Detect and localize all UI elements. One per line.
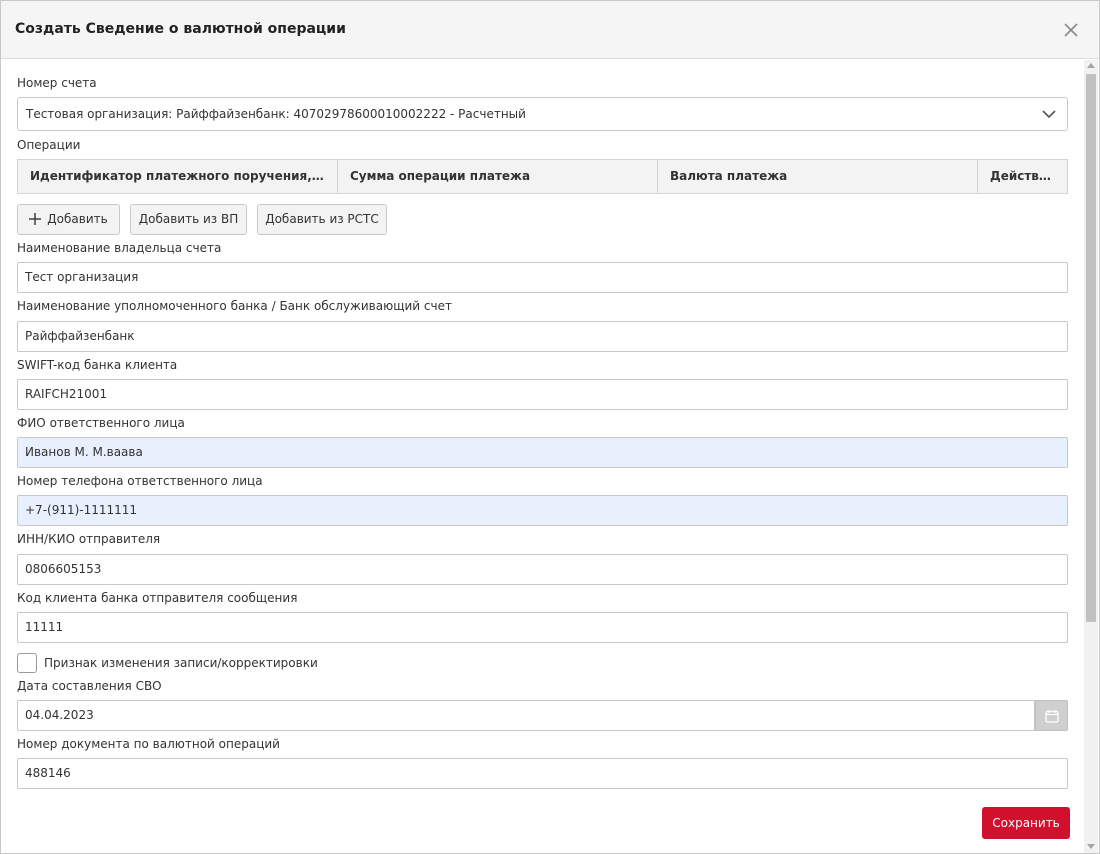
- responsible-name-label: ФИО ответственного лица: [17, 416, 185, 430]
- responsible-name-input[interactable]: Иванов М. М.вaава: [17, 437, 1068, 468]
- chevron-down-icon: [1042, 110, 1056, 119]
- svo-date-input[interactable]: 04.04.2023: [17, 700, 1035, 731]
- dialog-title: Создать Сведение о валютной операции: [15, 21, 346, 37]
- swift-label: SWIFT-код банка клиента: [17, 358, 178, 372]
- svo-date-label: Дата составления СВО: [17, 679, 162, 693]
- owner-name-input[interactable]: Тест организация: [17, 262, 1068, 293]
- operations-label: Операции: [17, 138, 81, 152]
- column-header-action[interactable]: Действие: [978, 160, 1067, 193]
- column-header-currency[interactable]: Валюта платежа: [658, 160, 978, 193]
- bank-name-label: Наименование уполномоченного банка / Бан…: [17, 299, 452, 313]
- inn-label: ИНН/КИО отправителя: [17, 532, 161, 546]
- scroll-down-arrow-icon[interactable]: [1087, 844, 1095, 849]
- column-header-payment-id[interactable]: Идентификатор платежного поручения, к ко…: [18, 160, 338, 193]
- column-header-amount[interactable]: Сумма операции платежа: [338, 160, 658, 193]
- add-from-vp-button[interactable]: Добавить из ВП: [130, 204, 247, 235]
- owner-name-label: Наименование владельца счета: [17, 241, 222, 255]
- operations-table-header: Идентификатор платежного поручения, к ко…: [17, 159, 1068, 194]
- date-picker-button[interactable]: [1035, 700, 1068, 731]
- dialog-body: Номер счета Тестовая организация: Райффа…: [1, 60, 1083, 795]
- dialog: Создать Сведение о валютной операции Ном…: [0, 0, 1100, 854]
- client-code-label: Код клиента банка отправителя сообщения: [17, 591, 298, 605]
- add-button[interactable]: Добавить: [17, 204, 120, 235]
- account-select[interactable]: Тестовая организация: Райффайзенбанк: 40…: [17, 97, 1068, 131]
- swift-input[interactable]: RAIFCH21001: [17, 379, 1068, 410]
- responsible-phone-input[interactable]: +7-(911)-1111111: [17, 495, 1068, 526]
- client-code-input[interactable]: 11111: [17, 612, 1068, 643]
- inn-input[interactable]: 0806605153: [17, 554, 1068, 585]
- save-button[interactable]: Сохранить: [982, 807, 1070, 839]
- correction-checkbox[interactable]: [17, 653, 37, 673]
- scrollbar-thumb[interactable]: [1086, 74, 1096, 622]
- correction-label: Признак изменения записи/корректировки: [44, 656, 318, 670]
- close-icon[interactable]: [1062, 21, 1080, 39]
- add-button-label: Добавить: [47, 212, 108, 226]
- responsible-phone-label: Номер телефона ответственного лица: [17, 474, 263, 488]
- plus-icon: [29, 212, 42, 225]
- bank-name-input[interactable]: Райффайзенбанк: [17, 321, 1068, 352]
- doc-number-label: Номер документа по валютной операций: [17, 737, 280, 751]
- account-label: Номер счета: [17, 76, 97, 90]
- add-from-rsts-button[interactable]: Добавить из РСТС: [257, 204, 387, 235]
- account-select-value: Тестовая организация: Райффайзенбанк: 40…: [26, 107, 526, 121]
- vertical-scrollbar[interactable]: [1084, 60, 1098, 853]
- dialog-header: Создать Сведение о валютной операции: [1, 1, 1099, 59]
- scroll-up-arrow-icon[interactable]: [1087, 63, 1095, 68]
- calendar-icon: [1045, 710, 1059, 723]
- doc-number-input[interactable]: 488146: [17, 758, 1068, 789]
